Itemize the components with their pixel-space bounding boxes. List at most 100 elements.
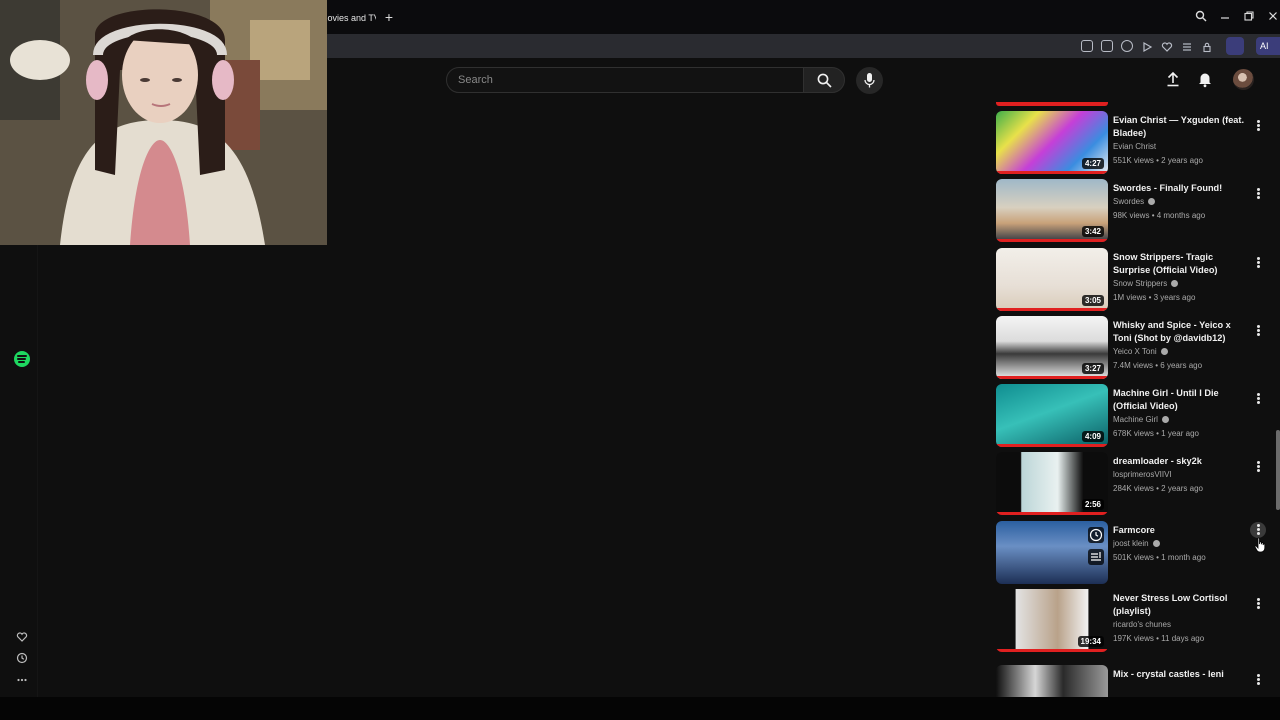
meta-separator: • bbox=[1149, 211, 1157, 220]
more-icon[interactable] bbox=[14, 674, 30, 690]
play-icon[interactable] bbox=[1141, 40, 1153, 53]
channel-name[interactable]: Machine Girl bbox=[1113, 415, 1263, 424]
video-title[interactable]: Mix - crystal castles - leni bbox=[1113, 668, 1247, 681]
spotify-icon[interactable] bbox=[14, 351, 30, 367]
more-actions-icon[interactable] bbox=[1254, 673, 1262, 689]
view-count: 1M views bbox=[1113, 293, 1147, 302]
more-actions-icon[interactable] bbox=[1254, 119, 1262, 135]
upload-icon[interactable] bbox=[1164, 70, 1182, 88]
video-thumbnail[interactable]: 4:09 bbox=[996, 384, 1108, 447]
previous-item-progress bbox=[996, 102, 1108, 106]
more-actions-icon[interactable] bbox=[1254, 392, 1262, 408]
search-icon[interactable] bbox=[1194, 10, 1208, 24]
verified-badge-icon bbox=[1148, 198, 1156, 205]
upload-age: 4 months ago bbox=[1156, 211, 1206, 220]
extension-active-icon[interactable] bbox=[1226, 37, 1244, 55]
list-icon[interactable] bbox=[1181, 40, 1193, 52]
video-title[interactable]: Evian Christ — Yxguden (feat. Bladee) bbox=[1113, 114, 1247, 140]
heart-icon[interactable] bbox=[1161, 40, 1173, 52]
scrollbar[interactable] bbox=[1274, 102, 1280, 697]
video-thumbnail[interactable]: 3:05 bbox=[996, 248, 1108, 311]
add-to-queue-icon[interactable] bbox=[1088, 549, 1104, 565]
upload-age: 3 years ago bbox=[1153, 293, 1196, 302]
channel-name[interactable]: joost klein bbox=[1113, 539, 1263, 548]
watched-progress-bar bbox=[996, 308, 1108, 311]
recommendation-item[interactable]: 3:42 Swordes - Finally Found! Swordes 98K v… bbox=[996, 179, 1274, 245]
webcam-image bbox=[0, 0, 327, 245]
video-thumbnail[interactable]: 4:27 bbox=[996, 111, 1108, 174]
more-actions-icon[interactable] bbox=[1254, 324, 1262, 340]
restore-icon[interactable] bbox=[1242, 10, 1256, 24]
more-actions-icon[interactable] bbox=[1254, 187, 1262, 203]
ai-label: AI bbox=[1260, 41, 1269, 51]
more-actions-icon[interactable] bbox=[1254, 460, 1262, 476]
channel-name-text: Swordes bbox=[1113, 197, 1145, 206]
watch-later-icon[interactable] bbox=[1088, 527, 1104, 543]
more-actions-icon[interactable] bbox=[1254, 256, 1262, 272]
video-title[interactable]: Swordes - Finally Found! bbox=[1113, 182, 1247, 195]
watched-progress-bar bbox=[996, 171, 1108, 174]
upload-age: 2 years ago bbox=[1161, 156, 1203, 165]
edit-icon[interactable] bbox=[1081, 40, 1093, 52]
recommendation-item[interactable]: 3:27 Whisky and Spice - Yeico x Toni (Sho… bbox=[996, 316, 1274, 382]
video-thumbnail[interactable]: 2:56 bbox=[996, 452, 1108, 515]
plus-icon[interactable]: + bbox=[382, 10, 396, 24]
recommendation-item[interactable]: 19:34 Never Stress Low Cortisol (playlist… bbox=[996, 589, 1274, 655]
recommendation-item[interactable]: Mix - crystal castles - leniCrystal Cast… bbox=[996, 665, 1274, 697]
more-actions-icon[interactable] bbox=[1250, 522, 1266, 538]
avatar[interactable] bbox=[1233, 69, 1254, 90]
heart-icon[interactable] bbox=[14, 631, 30, 647]
duration-badge: 3:05 bbox=[1081, 295, 1104, 306]
bottom-bar bbox=[0, 697, 1280, 720]
recommendation-item[interactable]: 3:05 Snow Strippers- Tragic Surprise (Off… bbox=[996, 248, 1274, 314]
channel-name[interactable]: Yeico X Toni bbox=[1113, 347, 1263, 356]
ai-button[interactable]: AI bbox=[1256, 37, 1280, 55]
channel-name[interactable]: Swordes bbox=[1113, 197, 1263, 206]
watched-progress-bar bbox=[996, 649, 1108, 652]
recommendation-item[interactable]: 4:27 Evian Christ — Yxguden (feat. Bladee… bbox=[996, 111, 1274, 177]
channel-name[interactable]: Snow Strippers bbox=[1113, 279, 1263, 288]
video-title[interactable]: Never Stress Low Cortisol (playlist) bbox=[1113, 592, 1247, 618]
search-button[interactable] bbox=[803, 67, 845, 93]
watched-progress-bar bbox=[996, 512, 1108, 515]
video-meta: 678K views • 1 year ago bbox=[1113, 429, 1263, 438]
channel-name[interactable]: Evian Christ bbox=[1113, 142, 1263, 151]
scrollbar-thumb[interactable] bbox=[1276, 430, 1280, 510]
video-thumbnail[interactable] bbox=[996, 521, 1108, 584]
channel-name[interactable]: losprimerosVIIVI bbox=[1113, 470, 1263, 479]
verified-badge-icon bbox=[1161, 416, 1169, 423]
bell-icon[interactable] bbox=[1196, 70, 1214, 88]
video-meta: 7.4M views • 6 years ago bbox=[1113, 361, 1263, 370]
channel-name[interactable]: ricardo's chunes bbox=[1113, 620, 1263, 629]
video-thumbnail[interactable] bbox=[996, 665, 1108, 697]
video-title[interactable]: Machine Girl - Until I Die (Official Vid… bbox=[1113, 387, 1247, 413]
history-icon[interactable] bbox=[14, 652, 30, 668]
watched-progress-bar bbox=[996, 239, 1108, 242]
video-thumbnail[interactable]: 3:27 bbox=[996, 316, 1108, 379]
upload-age: 2 years ago bbox=[1161, 484, 1203, 493]
recommendations-list: 4:27 Evian Christ — Yxguden (feat. Bladee… bbox=[996, 102, 1274, 697]
verified-badge-icon bbox=[1160, 348, 1168, 355]
video-title[interactable]: Whisky and Spice - Yeico x Toni (Shot by… bbox=[1113, 319, 1247, 345]
close-icon[interactable] bbox=[1266, 10, 1280, 24]
video-thumbnail[interactable]: 3:42 bbox=[996, 179, 1108, 242]
more-actions-icon[interactable] bbox=[1254, 597, 1262, 613]
home-icon[interactable] bbox=[1101, 40, 1113, 52]
recommendation-item[interactable]: Farmcore joost klein 501K views • 1 month … bbox=[996, 521, 1274, 587]
video-thumbnail[interactable]: 19:34 bbox=[996, 589, 1108, 652]
verified-badge-icon bbox=[1152, 540, 1160, 547]
recommendation-item[interactable]: 4:09 Machine Girl - Until I Die (Official… bbox=[996, 384, 1274, 450]
search-input[interactable]: Search bbox=[446, 67, 804, 93]
recommendation-item[interactable]: 2:56 dreamloader - sky2k losprimerosVIIVI 2… bbox=[996, 452, 1274, 518]
minimize-icon[interactable] bbox=[1218, 10, 1232, 24]
shield-icon[interactable] bbox=[1121, 40, 1133, 52]
video-title[interactable]: dreamloader - sky2k bbox=[1113, 455, 1247, 468]
lock-icon[interactable] bbox=[1201, 40, 1213, 53]
duration-badge: 19:34 bbox=[1077, 636, 1104, 647]
video-title[interactable]: Farmcore bbox=[1113, 524, 1247, 537]
channel-name-text: losprimerosVIIVI bbox=[1113, 470, 1172, 479]
webcam-overlay bbox=[0, 0, 327, 245]
video-title[interactable]: Snow Strippers- Tragic Surprise (Officia… bbox=[1113, 251, 1247, 277]
voice-search-button[interactable] bbox=[856, 67, 883, 94]
browser-tab[interactable]: Movies and TV bbox=[320, 6, 376, 30]
